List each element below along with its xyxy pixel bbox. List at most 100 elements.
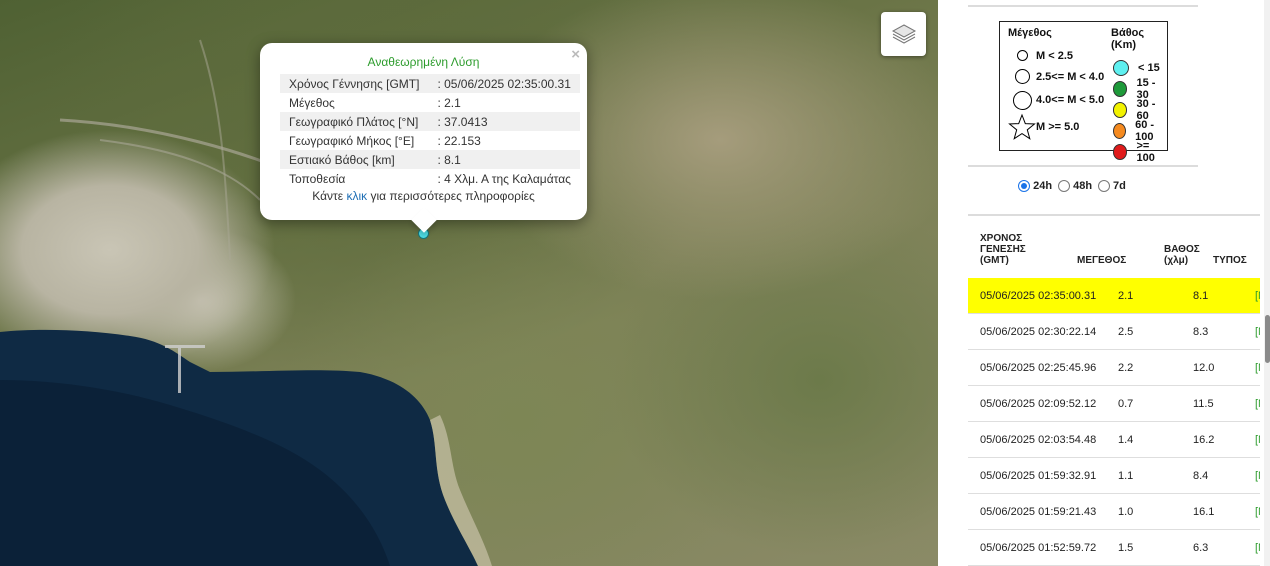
popup-row-value: : 4 Χλμ. Α της Καλαμάτας — [437, 171, 571, 186]
popup-row: Γεωγραφικό Μήκος [°E] : 22.153 — [280, 131, 580, 150]
popup-row: Γεωγραφικό Πλάτος [°N]: 37.0413 — [280, 112, 580, 131]
table-row[interactable]: 05/06/2025 01:59:21.43 1.0 16.1 [M — [968, 494, 1260, 530]
cell-depth: 16.2 — [1193, 434, 1215, 446]
header-time: ΧΡΟΝΟΣ ΓΕΝΕΣΗΣ (GMT) — [980, 233, 1026, 266]
header-magnitude: ΜΕΓΕΘΟΣ — [1077, 255, 1127, 266]
cell-magnitude: 2.2 — [1118, 362, 1134, 374]
table-row[interactable]: 05/06/2025 01:59:32.91 1.1 8.4 [M — [968, 458, 1260, 494]
table-row[interactable]: 05/06/2025 02:35:00.31 2.1 8.1 [M — [968, 278, 1260, 314]
cell-time: 05/06/2025 02:03:54.48 — [980, 434, 1097, 446]
table-row[interactable]: 05/06/2025 02:03:54.48 1.4 16.2 [M — [968, 422, 1260, 458]
header-depth: ΒΑΘΟΣ (χλμ) — [1164, 244, 1200, 266]
legend-magnitude: Μέγεθος M < 2.5 2.5<= M < 4.0 4.0<= M < … — [1008, 27, 1104, 141]
table-body: 05/06/2025 02:35:00.312.18.1[M05/06/2025… — [968, 278, 1260, 566]
popup-row: Μέγεθος : 2.1 — [280, 93, 580, 112]
radio-7d[interactable] — [1098, 180, 1111, 192]
table-header: ΧΡΟΝΟΣ ΓΕΝΕΣΗΣ (GMT) ΜΕΓΕΘΟΣ ΒΑΘΟΣ (χλμ)… — [968, 216, 1260, 278]
cell-magnitude: 0.7 — [1118, 398, 1134, 410]
table-row[interactable]: 05/06/2025 02:09:52.12 0.7 11.5 [M — [968, 386, 1260, 422]
legend-magnitude-row: M >= 5.0 — [1008, 113, 1104, 141]
sidebar: Μέγεθος M < 2.5 2.5<= M < 4.0 4.0<= M < … — [938, 0, 1270, 566]
cell-depth: 16.1 — [1193, 506, 1215, 518]
popup-row-label: Γεωγραφικό Πλάτος [°N] — [280, 112, 429, 131]
medium-circle-icon — [1014, 69, 1030, 84]
legend-magnitude-row: 2.5<= M < 4.0 — [1008, 66, 1104, 87]
cell-depth: 8.3 — [1193, 326, 1209, 338]
legend-depth: Βάθος (Km) < 15 15 - 30 30 - 60 60 - 100 >= … — [1111, 27, 1167, 164]
legend-depth-row: 30 - 60 — [1111, 98, 1167, 122]
table-row[interactable]: 05/06/2025 02:25:45.96 2.2 12.0 [M — [968, 350, 1260, 386]
cell-time: 05/06/2025 01:59:21.43 — [980, 506, 1097, 518]
cell-magnitude: 1.4 — [1118, 434, 1134, 446]
scrollbar-thumb[interactable] — [1265, 315, 1270, 363]
legend-depth-row: >= 100 — [1111, 140, 1167, 164]
cell-time: 05/06/2025 01:59:32.91 — [980, 470, 1097, 482]
popup-close-button[interactable]: × — [571, 47, 580, 63]
layers-icon — [891, 24, 916, 44]
cell-time: 05/06/2025 01:52:59.72 — [980, 542, 1097, 554]
popup-title: Αναθεωρημένη Λύση — [367, 55, 480, 69]
legend-magnitude-row: 4.0<= M < 5.0 — [1008, 87, 1104, 113]
popup-row-label: Μέγεθος — [289, 95, 335, 110]
legend: Μέγεθος M < 2.5 2.5<= M < 4.0 4.0<= M < … — [999, 21, 1168, 164]
legend-depth-row: < 15 — [1111, 57, 1167, 78]
popup-row: Χρόνος Γέννησης [GMT]: 05/06/2025 02:35:… — [280, 74, 580, 93]
radio-24h[interactable] — [1018, 180, 1031, 192]
depth-color-dot — [1113, 59, 1129, 76]
popup-row-value: : 22.153 — [437, 133, 481, 148]
depth-color-dot — [1113, 122, 1127, 139]
depth-color-dot — [1113, 80, 1128, 97]
cell-depth: 8.4 — [1193, 470, 1209, 482]
depth-color-dot — [1113, 101, 1128, 118]
popup-row-label: Γεωγραφικό Μήκος [°E] — [289, 133, 415, 148]
more-info-link[interactable]: κλικ — [346, 189, 367, 203]
divider — [968, 165, 1198, 167]
divider — [968, 5, 1198, 7]
large-circle-icon — [1012, 90, 1032, 110]
cell-time: 05/06/2025 02:30:22.14 — [980, 326, 1097, 338]
map-view[interactable]: × Αναθεωρημένη Λύση Χρόνος Γέννησης [GMT… — [0, 0, 938, 566]
small-circle-icon — [1016, 50, 1028, 61]
cell-magnitude: 1.0 — [1118, 506, 1134, 518]
popup-row: Εστιακό Βάθος [km]: 8.1 — [280, 150, 580, 169]
popup-details-table: Χρόνος Γέννησης [GMT]: 05/06/2025 02:35:… — [280, 74, 580, 188]
radio-48h[interactable] — [1058, 180, 1071, 192]
cell-time: 05/06/2025 02:09:52.12 — [980, 398, 1097, 410]
cell-type: [M — [1255, 434, 1260, 446]
star-icon — [1008, 113, 1036, 140]
legend-magnitude-title: Μέγεθος — [1008, 27, 1052, 39]
cell-depth: 11.5 — [1193, 398, 1214, 410]
earthquake-popup: × Αναθεωρημένη Λύση Χρόνος Γέννησης [GMT… — [260, 43, 587, 220]
legend-depth-row: 60 - 100 — [1111, 119, 1167, 143]
cell-depth: 8.1 — [1193, 290, 1209, 302]
header-type: ΤΥΠΟΣ — [1213, 255, 1247, 266]
cell-type: [M — [1255, 398, 1260, 410]
popup-row-value: : 2.1 — [437, 95, 461, 110]
popup-row-value: : 37.0413 — [428, 112, 580, 131]
popup-row-value: : 8.1 — [428, 150, 580, 169]
cell-type: [M — [1255, 326, 1260, 338]
cell-type: [M — [1255, 290, 1260, 302]
cell-type: [M — [1255, 506, 1260, 518]
legend-magnitude-row: M < 2.5 — [1008, 45, 1104, 66]
cell-magnitude: 2.5 — [1118, 326, 1134, 338]
table-row[interactable]: 05/06/2025 01:52:59.72 1.5 6.3 [M — [968, 530, 1260, 566]
popup-row: Τοποθεσία : 4 Χλμ. Α της Καλαμάτας — [280, 169, 580, 188]
popup-row-label: Εστιακό Βάθος [km] — [280, 150, 429, 169]
popup-more-info: Κάντε κλικ για περισσότερες πληροφορίες — [312, 189, 535, 203]
table-row[interactable]: 05/06/2025 02:30:22.14 2.5 8.3 [M — [968, 314, 1260, 350]
depth-color-dot — [1113, 143, 1128, 160]
cell-depth: 12.0 — [1193, 362, 1215, 374]
layers-button[interactable] — [881, 12, 926, 56]
popup-row-label: Τοποθεσία — [289, 171, 346, 186]
cell-type: [M — [1255, 362, 1260, 374]
cell-time: 05/06/2025 02:35:00.31 — [980, 290, 1097, 302]
popup-row-label: Χρόνος Γέννησης [GMT] — [280, 74, 429, 93]
cell-magnitude: 1.5 — [1118, 542, 1134, 554]
cell-type: [M — [1255, 542, 1260, 554]
scrollbar-track[interactable] — [1264, 0, 1270, 566]
earthquake-table: ΧΡΟΝΟΣ ΓΕΝΕΣΗΣ (GMT) ΜΕΓΕΘΟΣ ΒΑΘΟΣ (χλμ)… — [968, 214, 1260, 566]
legend-depth-title: Βάθος (Km) — [1111, 27, 1145, 51]
cell-magnitude: 2.1 — [1118, 290, 1134, 302]
cell-magnitude: 1.1 — [1118, 470, 1134, 482]
